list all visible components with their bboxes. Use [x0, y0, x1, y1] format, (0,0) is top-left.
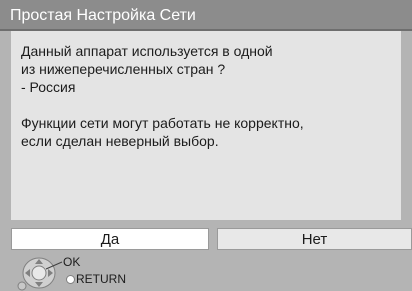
dialog-message: Данный аппарат используется в одной из н…	[11, 31, 401, 220]
no-button[interactable]: Нет	[217, 228, 412, 250]
dialog-title: Простая Настройка Сети	[0, 0, 412, 31]
warning-line-2: если сделан неверный выбор.	[21, 133, 219, 149]
message-line-2: из нижеперечисленных стран ?	[21, 61, 226, 77]
country-line: - Россия	[21, 79, 76, 95]
return-button-icon	[66, 275, 75, 284]
ok-hint: OK	[63, 255, 81, 269]
warning-line-1: Функции сети могут работать не корректно…	[21, 115, 304, 131]
return-hint: RETURN	[76, 272, 126, 286]
control-hints: OK RETURN	[0, 252, 412, 291]
network-setup-screen: Простая Настройка Сети Данный аппарат ис…	[0, 0, 412, 291]
message-line-1: Данный аппарат используется в одной	[21, 43, 273, 59]
dialog-buttons: Да Нет	[11, 228, 412, 250]
yes-button[interactable]: Да	[11, 228, 209, 250]
